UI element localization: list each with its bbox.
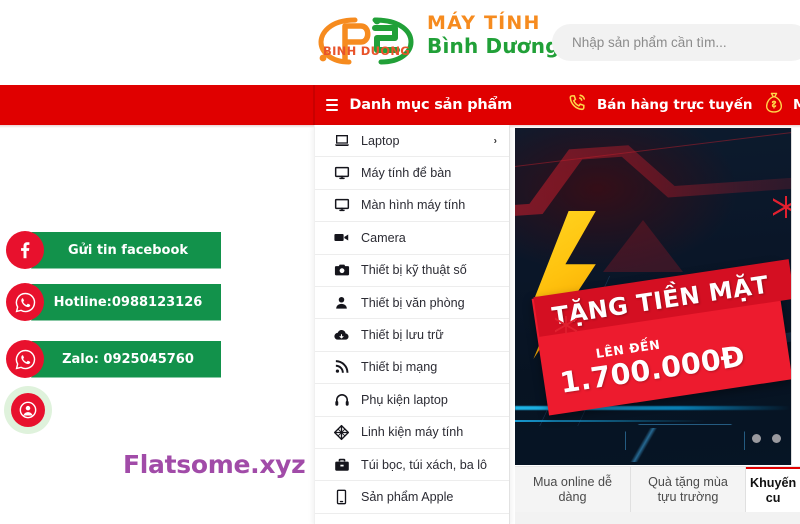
category-item-label: Màn hình máy tính: [361, 198, 466, 213]
category-item-bags[interactable]: Túi bọc, túi xách, ba lô: [315, 449, 509, 482]
site-logo[interactable]: BINH DUONG MÁY TÍNH Bình Dương: [315, 8, 560, 74]
category-item-monitor[interactable]: Màn hình máy tính: [315, 190, 509, 223]
contact-widget-label[interactable]: Hotline:0988123126: [31, 283, 221, 321]
category-item-laptop-accessories[interactable]: Phụ kiện laptop: [315, 384, 509, 417]
nav-item-online-sales-label: Bán hàng trực tuyến: [597, 97, 753, 113]
chevron-right-icon: ›: [493, 135, 497, 147]
carousel-dot-1[interactable]: [752, 434, 761, 443]
nav-item-money[interactable]: M: [763, 85, 800, 125]
category-item-label: Sản phẩm Apple: [361, 489, 454, 504]
headphones-icon: [333, 391, 350, 408]
page-root: BINH DUONG MÁY TÍNH Bình Dương Danh mục …: [0, 0, 800, 524]
category-menu-toggle-label: Danh mục sản phẩm: [349, 97, 512, 113]
desktop-icon: [333, 165, 350, 182]
spark-decoration-bottom: [555, 316, 577, 334]
whatsapp-icon: [6, 340, 44, 378]
category-item-label: Túi bọc, túi xách, ba lô: [361, 457, 488, 472]
promo-banner[interactable]: TẶNG TIỀN MẶT LÊN ĐẾN 1.700.000Đ: [515, 128, 791, 465]
category-item-desktop[interactable]: Máy tính để bàn: [315, 157, 509, 190]
category-item-apple-products[interactable]: Sản phẩm Apple: [315, 481, 509, 514]
watermark-text: Flatsome.xyz: [123, 450, 306, 479]
category-item-office-device[interactable]: Thiết bị văn phòng: [315, 287, 509, 320]
photo-camera-icon: [333, 262, 350, 279]
video-camera-icon: [333, 229, 350, 246]
contact-widget-facebook[interactable]: Gửi tin facebook: [6, 231, 221, 269]
contact-widget-zalo[interactable]: Zalo: 0925045760: [6, 340, 221, 378]
nav-item-online-sales[interactable]: Bán hàng trực tuyến: [566, 85, 752, 125]
category-item-label: Camera: [361, 230, 406, 245]
navbar-left-fill: [0, 85, 314, 125]
logo-wordmark: MÁY TÍNH Bình Dương: [427, 12, 560, 58]
logo-mark-icon: [315, 12, 425, 68]
contact-widget-label[interactable]: Zalo: 0925045760: [31, 340, 221, 378]
tabstrip-base: [515, 512, 800, 524]
category-item-digital-device[interactable]: Thiết bị kỹ thuật số: [315, 255, 509, 287]
category-item-storage-device[interactable]: Thiết bị lưu trữ: [315, 319, 509, 352]
contact-widget-label[interactable]: Gửi tin facebook: [31, 231, 221, 269]
logo-line-2: Bình Dương: [427, 34, 560, 58]
navbar-divider: [313, 85, 315, 125]
tab-mua-online[interactable]: Mua online dễ dàng: [515, 467, 631, 513]
hamburger-icon: [326, 99, 339, 111]
spark-decoration-top: [773, 196, 791, 218]
search-input[interactable]: [552, 24, 800, 61]
wifi-signal-icon: [333, 359, 350, 376]
category-menu-toggle[interactable]: Danh mục sản phẩm: [316, 85, 512, 125]
money-bag-icon: [763, 91, 785, 120]
category-dropdown: Laptop › Máy tính để bàn Màn hình máy tí…: [314, 125, 510, 524]
briefcase-icon: [333, 456, 350, 473]
mobile-phone-icon: [333, 488, 350, 505]
category-item-label: Thiết bị mạng: [361, 360, 438, 375]
category-item-label: Thiết bị lưu trữ: [361, 328, 444, 343]
cloud-download-icon: [333, 327, 350, 344]
category-item-pc-components[interactable]: Linh kiện máy tính: [315, 417, 509, 449]
carousel-dots: [752, 434, 781, 443]
monitor-icon: [333, 197, 350, 214]
category-item-label: Thiết bị kỹ thuật số: [361, 263, 467, 278]
logo-badge-text: BINH DUONG: [323, 44, 411, 58]
category-item-laptop[interactable]: Laptop ›: [315, 125, 509, 158]
main-navbar: Danh mục sản phẩm Bán hàng trực tuyến M: [0, 85, 800, 125]
category-item-label: Máy tính để bàn: [361, 166, 452, 181]
category-item-label: Linh kiện máy tính: [361, 425, 464, 440]
site-header: BINH DUONG MÁY TÍNH Bình Dương: [0, 0, 800, 85]
category-item-label: Phụ kiện laptop: [361, 392, 448, 407]
facebook-icon: [6, 231, 44, 269]
category-item-network-device[interactable]: Thiết bị mạng: [315, 352, 509, 385]
laptop-icon: [333, 132, 350, 149]
tab-khuyen-mai[interactable]: Khuyến cu: [746, 467, 800, 513]
right-side-panel: [791, 128, 800, 465]
cube-icon: [333, 424, 350, 441]
tab-qua-tang[interactable]: Quà tặng mùa tựu trường: [631, 467, 746, 513]
contact-widget-hotline[interactable]: Hotline:0988123126: [6, 283, 221, 321]
nav-item-money-label: M: [793, 97, 800, 113]
person-icon: [333, 294, 350, 311]
category-item-label: Thiết bị văn phòng: [361, 295, 465, 310]
account-circle-icon: [11, 393, 45, 427]
carousel-dot-2[interactable]: [772, 434, 781, 443]
category-item-camera[interactable]: Camera: [315, 222, 509, 255]
phone-ring-icon: [566, 92, 588, 119]
contact-fab-button[interactable]: [4, 386, 52, 434]
logo-line-1: MÁY TÍNH: [427, 12, 541, 34]
category-item-label: Laptop: [361, 133, 400, 148]
whatsapp-icon: [6, 283, 44, 321]
